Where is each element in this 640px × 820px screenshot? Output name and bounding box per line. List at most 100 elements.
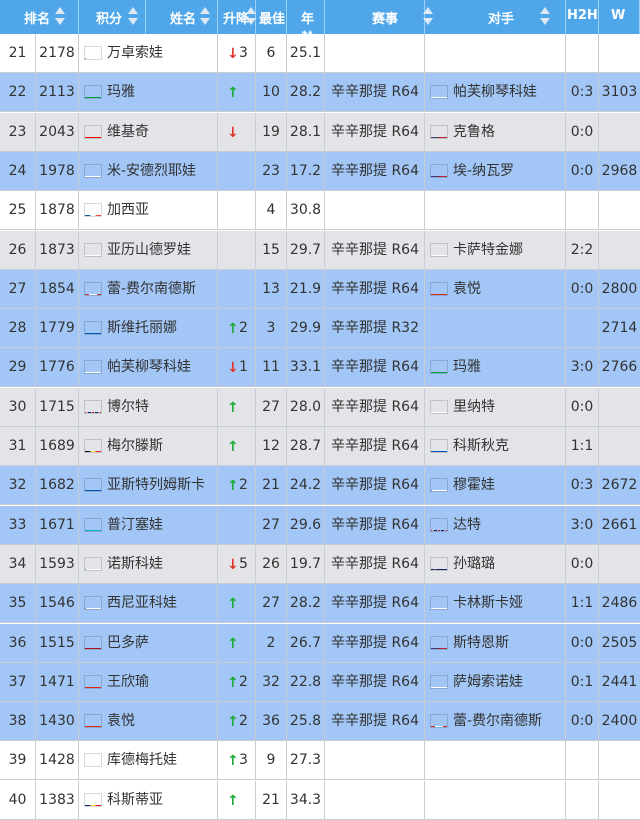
table-row[interactable]: 23 2043 维基奇 ↓ 19 28.1 辛辛那提 R64 克鲁格 0:0 <box>0 112 640 152</box>
opponent-cell[interactable]: 卡林斯卡娅 <box>425 584 566 623</box>
column-header-label: 最佳 <box>259 12 286 27</box>
player-name-cell[interactable]: 帕芙柳琴科娃 <box>79 348 218 387</box>
h2h-cell: 0:0 <box>566 151 599 190</box>
player-name-cell[interactable]: 斯维托丽娜 <box>79 309 218 348</box>
h2h-cell: 2:2 <box>566 230 599 269</box>
opponent-cell[interactable]: 蕾-费尔南德斯 <box>425 702 566 741</box>
points-cell: 1671 <box>36 505 79 544</box>
table-row[interactable]: 30 1715 博尔特 ↑ 27 28.0 辛辛那提 R64 里纳特 0:0 <box>0 387 640 427</box>
table-row[interactable]: 32 1682 亚斯特列姆斯卡 ↑ 2 21 24.2 辛辛那提 R64 穆霍娃 0:3 2672 <box>0 466 640 506</box>
player-name-cell[interactable]: 维基奇 <box>79 112 218 151</box>
opponent-cell[interactable]: 玛雅 <box>425 348 566 387</box>
opponent-cell[interactable]: 萨姆索诺娃 <box>425 662 566 701</box>
player-name-cell[interactable]: 万卓索娃 <box>79 34 218 72</box>
player-name-cell[interactable]: 博尔特 <box>79 387 218 426</box>
player-name-cell[interactable]: 亚斯特列姆斯卡 <box>79 466 218 505</box>
table-row[interactable]: 36 1515 巴多萨 ↑ 2 26.7 辛辛那提 R64 斯特恩斯 0:0 2505 <box>0 623 640 663</box>
country-flag-icon <box>430 399 448 414</box>
column-header-1[interactable]: 积分 <box>79 0 146 34</box>
table-row[interactable]: 24 1978 米-安德烈耶娃 23 17.2 辛辛那提 R64 埃-纳瓦罗 0:0 2968 <box>0 151 640 191</box>
table-row[interactable]: 38 1430 袁悦 ↑ 2 36 25.8 辛辛那提 R64 蕾-费尔南德斯 0:0 2400 <box>0 702 640 742</box>
player-name-cell[interactable]: 加西亚 <box>79 191 218 230</box>
table-row[interactable]: 37 1471 王欣瑜 ↑ 2 32 22.8 辛辛那提 R64 萨姆索诺娃 0:1 2441 <box>0 662 640 702</box>
event-text: 辛辛那提 R64 <box>331 398 419 415</box>
best-rank-cell: 32 <box>256 662 287 701</box>
player-name: 斯维托丽娜 <box>107 320 177 337</box>
player-name-cell[interactable]: 诺斯科娃 <box>79 544 218 583</box>
points-cell: 1430 <box>36 702 79 741</box>
opponent-cell[interactable]: 达特 <box>425 505 566 544</box>
table-row[interactable]: 29 1776 帕芙柳琴科娃 ↓ 1 11 33.1 辛辛那提 R64 玛雅 3:0 2766 <box>0 348 640 388</box>
sort-icon[interactable] <box>200 5 210 29</box>
column-header-label: 对手 <box>488 12 515 27</box>
h2h-cell: 0:3 <box>566 466 599 505</box>
table-row[interactable]: 39 1428 库德梅托娃 ↑ 3 9 27.3 <box>0 741 640 781</box>
player-name-cell[interactable]: 蕾-费尔南德斯 <box>79 269 218 308</box>
opponent-cell[interactable]: 科斯秋克 <box>425 427 566 465</box>
player-name-cell[interactable]: 普汀塞娃 <box>79 505 218 544</box>
rank-cell: 40 <box>0 780 36 819</box>
country-flag-icon <box>430 674 448 689</box>
event-cell: 辛辛那提 R64 <box>325 348 425 387</box>
player-name-cell[interactable]: 王欣瑜 <box>79 662 218 701</box>
table-row[interactable]: 35 1546 西尼亚科娃 ↑ 27 28.2 辛辛那提 R64 卡林斯卡娅 1:1 2486 <box>0 584 640 624</box>
w-cell: 2672 <box>601 477 638 494</box>
table-row[interactable]: 40 1383 科斯蒂亚 ↑ 21 34.3 <box>0 780 640 820</box>
age-cell: 34.3 <box>287 780 325 819</box>
points-cell: 1515 <box>36 623 79 662</box>
opponent-cell[interactable]: 帕芙柳琴科娃 <box>425 73 566 112</box>
opponent-cell[interactable]: 克鲁格 <box>425 112 566 151</box>
rank-cell: 26 <box>0 230 36 269</box>
age-cell: 28.1 <box>287 112 325 151</box>
h2h-cell <box>566 780 599 819</box>
column-header-3[interactable]: 升降 <box>218 0 256 34</box>
points-cell: 2113 <box>36 73 79 112</box>
table-row[interactable]: 26 1873 亚历山德罗娃 15 29.7 辛辛那提 R64 卡萨特金娜 2:2 <box>0 230 640 270</box>
table-row[interactable]: 27 1854 蕾-费尔南德斯 13 21.9 辛辛那提 R64 袁悦 0:0 2800 <box>0 269 640 309</box>
country-flag-icon <box>430 439 448 453</box>
column-header-7[interactable]: 对手 <box>425 0 566 34</box>
player-name-cell[interactable]: 玛雅 <box>79 73 218 112</box>
rank-change-cell: ↓ <box>218 112 256 151</box>
table-row[interactable]: 25 1878 加西亚 4 30.8 <box>0 191 640 231</box>
event-cell: 辛辛那提 R64 <box>325 269 425 308</box>
player-name: 亚历山德罗娃 <box>107 241 191 258</box>
sort-icon[interactable] <box>55 5 65 29</box>
opponent-cell[interactable]: 穆霍娃 <box>425 466 566 505</box>
player-name-cell[interactable]: 西尼亚科娃 <box>79 584 218 623</box>
rank-change-cell: ↓ 3 <box>218 34 256 72</box>
table-row[interactable]: 21 2178 万卓索娃 ↓ 3 6 25.1 <box>0 34 640 73</box>
column-header-0[interactable]: 排名 <box>0 0 79 34</box>
sort-icon[interactable] <box>540 5 550 29</box>
player-name-cell[interactable]: 科斯蒂亚 <box>79 780 218 819</box>
best-rank-cell: 27 <box>256 584 287 623</box>
column-header-2[interactable]: 姓名 <box>146 0 218 34</box>
table-row[interactable]: 34 1593 诺斯科娃 ↓ 5 26 19.7 辛辛那提 R64 孙璐璐 0:0 <box>0 544 640 584</box>
player-name-cell[interactable]: 库德梅托娃 <box>79 741 218 780</box>
table-row[interactable]: 28 1779 斯维托丽娜 ↑ 2 3 29.9 辛辛那提 R32 2714 <box>0 309 640 349</box>
opponent-cell[interactable]: 斯特恩斯 <box>425 623 566 662</box>
table-row[interactable]: 22 2113 玛雅 ↑ 10 28.2 辛辛那提 R64 帕芙柳琴科娃 0:3 3103 <box>0 73 640 113</box>
player-name-cell[interactable]: 米-安德烈耶娃 <box>79 151 218 190</box>
opponent-cell <box>425 191 566 230</box>
h2h-cell <box>566 191 599 230</box>
player-name-cell[interactable]: 亚历山德罗娃 <box>79 230 218 269</box>
best-rank-cell: 10 <box>256 73 287 112</box>
sort-icon[interactable] <box>246 5 256 29</box>
table-row[interactable]: 33 1671 普汀塞娃 27 29.6 辛辛那提 R64 达特 3:0 2661 <box>0 505 640 545</box>
player-name-cell[interactable]: 巴多萨 <box>79 623 218 662</box>
rank-change-cell: ↑ 2 <box>218 662 256 701</box>
player-name-cell[interactable]: 袁悦 <box>79 702 218 741</box>
best-rank-cell: 6 <box>256 34 287 72</box>
sort-icon[interactable] <box>128 5 138 29</box>
opponent-cell[interactable]: 里纳特 <box>425 387 566 426</box>
opponent-cell[interactable]: 卡萨特金娜 <box>425 230 566 269</box>
opponent-cell[interactable]: 袁悦 <box>425 269 566 308</box>
player-name-cell[interactable]: 梅尔滕斯 <box>79 427 218 465</box>
opponent-cell[interactable]: 埃-纳瓦罗 <box>425 151 566 190</box>
opponent-cell[interactable]: 孙璐璐 <box>425 544 566 583</box>
country-flag-icon <box>84 674 102 689</box>
table-row[interactable]: 31 1689 梅尔滕斯 ↑ 12 28.7 辛辛那提 R64 科斯秋克 1:1 <box>0 427 640 466</box>
player-name: 诺斯科娃 <box>107 555 163 572</box>
column-header-6[interactable]: 赛事 <box>325 0 433 34</box>
